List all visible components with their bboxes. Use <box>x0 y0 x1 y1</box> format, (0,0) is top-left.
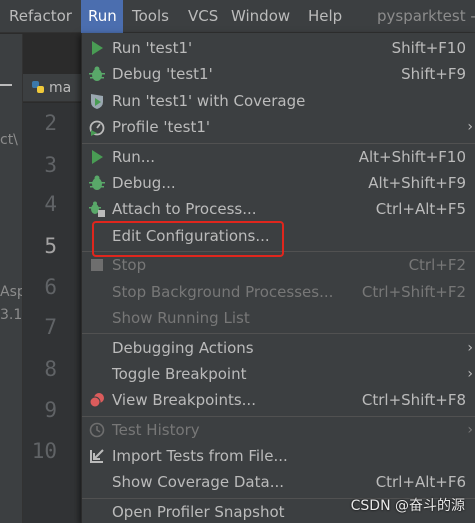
run-menu-dropdown: Run 'test1' Shift+F10 Debug 'test1' Shif… <box>81 33 475 523</box>
watermark-text: CSDN @奋斗的源 <box>350 498 465 514</box>
line-number: 3 <box>44 153 57 177</box>
submenu-arrow-icon: › <box>467 422 473 438</box>
panel-text-fragment: Asp <box>0 284 22 300</box>
line-number: 6 <box>44 275 57 299</box>
menu-help[interactable]: Help <box>308 0 342 33</box>
line-number: 4 <box>44 192 57 216</box>
menu-tools[interactable]: Tools <box>132 0 169 33</box>
history-icon <box>89 422 105 438</box>
editor-tab-strip: ma <box>23 74 83 102</box>
run-icon <box>92 150 103 164</box>
submenu-arrow-icon: › <box>467 340 473 356</box>
menu-vcs[interactable]: VCS <box>188 0 218 33</box>
annotation-highlight-box <box>92 221 284 257</box>
menu-item-show-coverage-data[interactable]: Show Coverage Data... Ctrl+Alt+F6 <box>82 469 475 495</box>
menu-item-toggle-breakpoint[interactable]: Toggle Breakpoint › <box>82 361 475 387</box>
breakpoints-icon <box>89 393 104 408</box>
line-number: 2 <box>44 111 57 135</box>
debug-icon <box>89 175 105 190</box>
menu-item-view-breakpoints[interactable]: View Breakpoints... Ctrl+Shift+F8 <box>82 387 475 413</box>
coverage-icon <box>91 94 103 109</box>
panel-text-fragment: 3.1 <box>0 307 23 323</box>
line-number: 8 <box>44 357 57 381</box>
menu-item-import-tests-from-file[interactable]: Import Tests from File... <box>82 443 475 469</box>
menu-item-show-running-list[interactable]: Show Running List <box>82 305 475 331</box>
line-number: 5 <box>44 234 57 258</box>
editor-tab[interactable]: ma <box>31 74 71 102</box>
menu-item-stop-background-processes[interactable]: Stop Background Processes... Ctrl+Shift+… <box>82 279 475 305</box>
menu-item-test-history[interactable]: Test History › <box>82 417 475 443</box>
project-title: pysparktest - <box>377 7 475 25</box>
menu-run[interactable]: Run <box>81 0 123 33</box>
project-panel: ct\ Asp 3.1 <box>0 34 23 523</box>
menu-separator <box>82 333 475 334</box>
editor-gutter: 2 3 4 5 6 7 8 9 10 <box>23 103 83 523</box>
attach-icon <box>89 201 105 217</box>
panel-collapse-dash[interactable] <box>0 84 12 86</box>
menu-item-profile-test1[interactable]: Profile 'test1' › <box>82 114 475 140</box>
python-file-icon <box>32 81 44 93</box>
profile-icon <box>89 120 105 136</box>
line-number: 9 <box>44 398 57 422</box>
menu-refactor[interactable]: Refactor <box>9 0 72 33</box>
main-menubar: Refactor Run Tools VCS Window Help pyspa… <box>0 0 475 33</box>
menu-item-debug[interactable]: Debug... Alt+Shift+F9 <box>82 170 475 196</box>
line-number: 7 <box>44 315 57 339</box>
panel-text-fragment: ct\ <box>0 132 18 148</box>
menu-item-run-with-coverage[interactable]: Run 'test1' with Coverage <box>82 88 475 114</box>
debug-icon <box>89 66 105 81</box>
menu-item-debug-test1[interactable]: Debug 'test1' Shift+F9 <box>82 61 475 87</box>
line-number: 10 <box>31 439 57 463</box>
import-icon <box>90 449 104 463</box>
menu-item-run-test1[interactable]: Run 'test1' Shift+F10 <box>82 35 475 61</box>
submenu-arrow-icon: › <box>467 366 473 382</box>
editor-tab-label: ma <box>49 80 72 96</box>
stop-icon <box>91 259 103 271</box>
menu-item-debugging-actions[interactable]: Debugging Actions › <box>82 335 475 361</box>
menu-item-run[interactable]: Run... Alt+Shift+F10 <box>82 144 475 170</box>
menu-item-attach-to-process[interactable]: Attach to Process... Ctrl+Alt+F5 <box>82 196 475 222</box>
submenu-arrow-icon: › <box>467 119 473 135</box>
menu-window[interactable]: Window <box>231 0 290 33</box>
run-icon <box>92 41 103 55</box>
